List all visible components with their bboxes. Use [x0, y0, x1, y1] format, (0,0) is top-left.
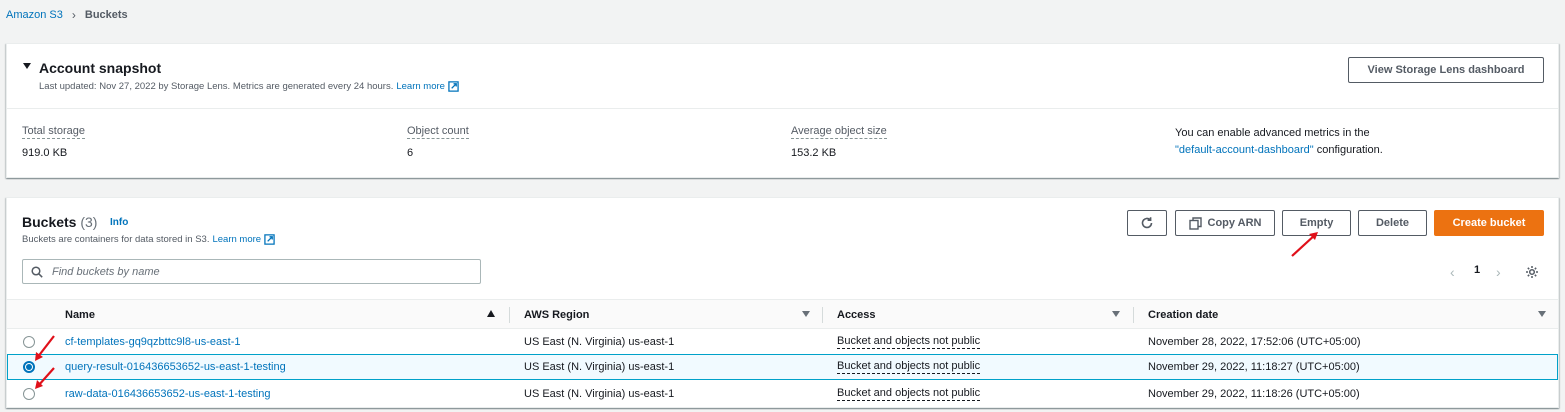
column-creation-date[interactable]: Creation date [1148, 300, 1218, 329]
buckets-subtitle: Buckets are containers for data stored i… [22, 234, 275, 245]
bucket-creation-date: November 29, 2022, 11:18:26 (UTC+05:00) [1148, 388, 1360, 400]
snapshot-subtitle-text: Last updated: Nov 27, 2022 by Storage Le… [39, 81, 394, 92]
buckets-title: Buckets (3) [22, 214, 97, 230]
table-row-selected[interactable]: query-result-016436653652-us-east-1-test… [7, 354, 1558, 380]
pagination-next: › [1496, 264, 1501, 280]
empty-button[interactable]: Empty [1282, 210, 1351, 236]
bucket-name-link[interactable]: query-result-016436653652-us-east-1-test… [65, 361, 286, 373]
bucket-name-link[interactable]: cf-templates-gq9qzbttc9l8-us-east-1 [65, 336, 240, 348]
delete-button[interactable]: Delete [1358, 210, 1427, 236]
advanced-metrics-text: You can enable advanced metrics in the [1175, 127, 1370, 139]
row-radio[interactable] [23, 388, 35, 400]
column-access[interactable]: Access [837, 300, 876, 329]
advanced-metrics-suffix: configuration. [1316, 144, 1383, 156]
pagination-page: 1 [1474, 264, 1480, 276]
breadcrumb-amazon-s3[interactable]: Amazon S3 [6, 9, 63, 21]
caret-down-icon[interactable] [23, 63, 31, 69]
bucket-region: US East (N. Virginia) us-east-1 [524, 361, 675, 373]
settings-gear-icon[interactable] [1525, 265, 1539, 279]
bucket-search[interactable] [22, 259, 481, 284]
metric-object-count: Object count 6 [407, 125, 469, 159]
copy-icon [1188, 216, 1202, 230]
bucket-access[interactable]: Bucket and objects not public [837, 387, 981, 401]
buckets-count: (3) [80, 214, 98, 230]
sort-icon[interactable] [1112, 311, 1120, 317]
metric-value: 919.0 KB [22, 147, 68, 159]
chevron-right-icon: › [71, 8, 76, 22]
external-link-icon[interactable] [264, 234, 275, 245]
advanced-metrics-note: You can enable advanced metrics in the "… [1175, 125, 1383, 159]
breadcrumb-current: Buckets [84, 9, 128, 21]
metric-total-storage: Total storage 919.0 KB [22, 125, 85, 159]
bucket-creation-date: November 29, 2022, 11:18:27 (UTC+05:00) [1148, 361, 1360, 373]
snapshot-header: Account snapshot Last updated: Nov 27, 2… [7, 44, 1558, 109]
buckets-info-link[interactable]: Info [110, 217, 128, 228]
snapshot-title[interactable]: Account snapshot [39, 60, 161, 76]
column-region[interactable]: AWS Region [524, 300, 589, 329]
table-row[interactable]: raw-data-016436653652-us-east-1-testing … [7, 381, 1558, 407]
copy-arn-button[interactable]: Copy ARN [1175, 210, 1275, 236]
pagination: ‹ [1450, 264, 1455, 280]
bucket-region: US East (N. Virginia) us-east-1 [524, 388, 675, 400]
copy-arn-label: Copy ARN [1207, 217, 1262, 229]
page-number[interactable]: 1 [1474, 264, 1480, 276]
bucket-access[interactable]: Bucket and objects not public [837, 335, 981, 349]
chevron-right-icon[interactable]: › [1496, 264, 1501, 280]
account-snapshot-panel: Account snapshot Last updated: Nov 27, 2… [6, 43, 1559, 178]
snapshot-learn-more-link[interactable]: Learn more [396, 81, 445, 92]
buckets-subtitle-text: Buckets are containers for data stored i… [22, 234, 210, 245]
view-storage-lens-button[interactable]: View Storage Lens dashboard [1348, 57, 1544, 83]
table-header: Name AWS Region Access Creation date [7, 299, 1558, 329]
column-divider [822, 307, 823, 323]
sort-ascending-icon[interactable] [487, 310, 495, 317]
search-icon [31, 265, 43, 278]
refresh-icon [1141, 217, 1153, 229]
column-divider [509, 307, 510, 323]
bucket-access[interactable]: Bucket and objects not public [837, 360, 981, 374]
column-name[interactable]: Name [65, 300, 95, 329]
chevron-left-icon[interactable]: ‹ [1450, 264, 1455, 280]
metric-label[interactable]: Average object size [791, 125, 887, 139]
buckets-panel: Buckets (3) Info Buckets are containers … [6, 197, 1559, 408]
snapshot-subtitle: Last updated: Nov 27, 2022 by Storage Le… [39, 81, 459, 92]
bucket-search-input[interactable] [50, 264, 450, 279]
metric-average-object-size: Average object size 153.2 KB [791, 125, 887, 159]
bucket-creation-date: November 28, 2022, 17:52:06 (UTC+05:00) [1148, 336, 1361, 348]
sort-icon[interactable] [1538, 311, 1546, 317]
bucket-region: US East (N. Virginia) us-east-1 [524, 336, 675, 348]
metric-label[interactable]: Object count [407, 125, 469, 139]
default-account-dashboard-link[interactable]: "default-account-dashboard" [1175, 144, 1314, 156]
column-divider [1133, 307, 1134, 323]
breadcrumb: Amazon S3 › Buckets [6, 8, 128, 22]
buckets-learn-more-link[interactable]: Learn more [212, 234, 261, 245]
bucket-name-link[interactable]: raw-data-016436653652-us-east-1-testing [65, 388, 270, 400]
refresh-button[interactable] [1127, 210, 1167, 236]
table-row[interactable]: cf-templates-gq9qzbttc9l8-us-east-1 US E… [7, 329, 1558, 355]
buckets-title-text: Buckets [22, 214, 77, 230]
create-bucket-button[interactable]: Create bucket [1434, 210, 1544, 236]
sort-icon[interactable] [802, 311, 810, 317]
row-radio[interactable] [23, 336, 35, 348]
metric-value: 6 [407, 147, 414, 159]
metric-label[interactable]: Total storage [22, 125, 85, 139]
metric-value: 153.2 KB [791, 147, 837, 159]
external-link-icon[interactable] [448, 81, 459, 92]
row-radio-selected[interactable] [23, 361, 35, 373]
